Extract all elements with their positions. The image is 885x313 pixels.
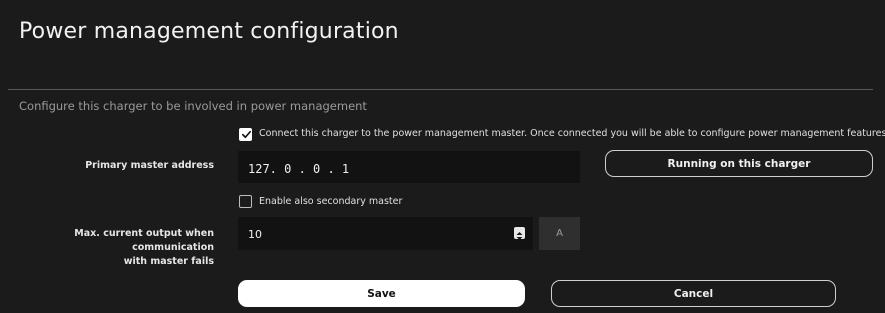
stepper-arrows-icon [516, 232, 523, 240]
max-current-label: Max. current output when communication w… [20, 227, 214, 269]
enable-secondary-master-label: Enable also secondary master [259, 196, 403, 207]
connect-master-checkbox[interactable] [239, 128, 252, 141]
page-title: Power management configuration [19, 19, 399, 44]
connect-master-label: Connect this charger to the power manage… [259, 128, 885, 139]
current-unit-badge: A [539, 217, 580, 250]
max-current-value: 10 [248, 228, 262, 241]
enable-secondary-master-checkbox[interactable] [239, 195, 252, 208]
max-current-label-line1: Max. current output when communication [74, 228, 214, 253]
save-button[interactable]: Save [238, 280, 525, 307]
max-current-input[interactable] [238, 217, 533, 250]
section-description: Configure this charger to be involved in… [19, 99, 367, 113]
checkmark-icon [242, 130, 251, 139]
max-current-label-line2: with master fails [123, 256, 214, 267]
cancel-button[interactable]: Cancel [551, 280, 836, 307]
running-on-this-charger-button[interactable]: Running on this charger [605, 150, 873, 177]
header-divider [8, 89, 873, 90]
number-stepper-icon[interactable] [514, 227, 525, 240]
power-management-page: Power management configuration Configure… [0, 0, 885, 313]
primary-master-address-value: 127. 0 . 0 . 1 [248, 162, 350, 176]
primary-master-address-label: Primary master address [85, 160, 214, 171]
